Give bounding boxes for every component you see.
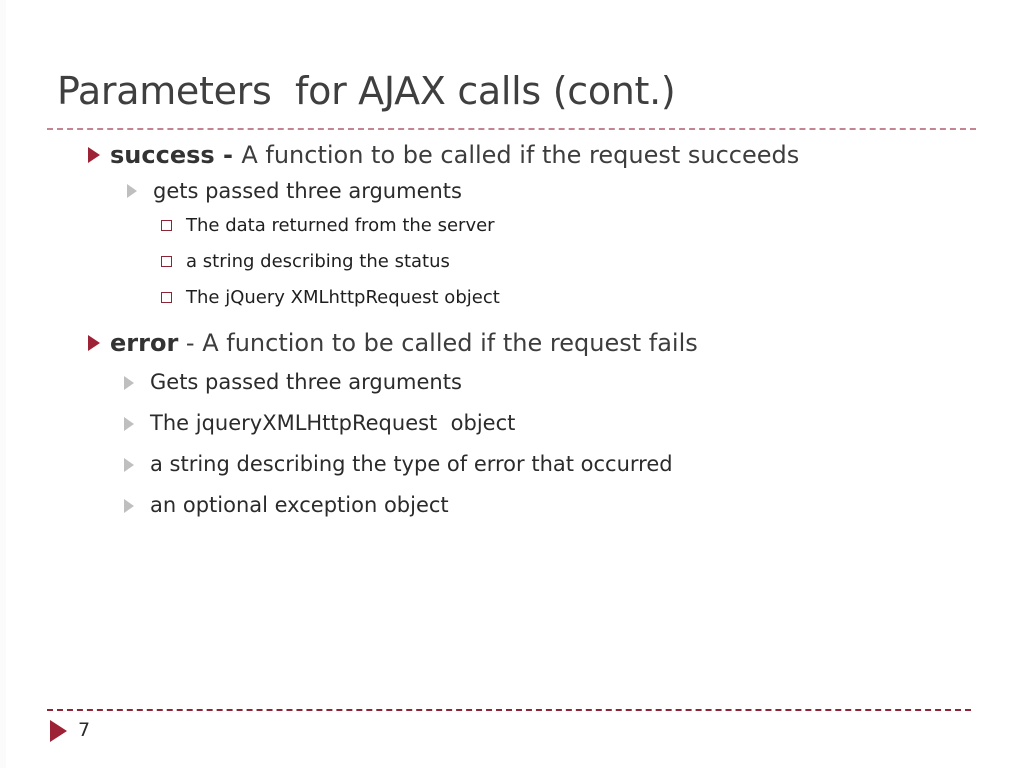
bullet-text: a string describing the type of error th… — [150, 452, 673, 476]
bullet-body-text: - A function to be called if the request… — [178, 329, 698, 357]
red-triangle-bullet-icon — [88, 324, 110, 362]
bullet-text: The data returned from the server — [186, 215, 495, 236]
hollow-square-bullet-icon — [161, 208, 186, 244]
bullet-lead-term: error — [110, 329, 179, 357]
footer-divider — [47, 709, 971, 711]
bullet-level2-gets-passed: gets passed three arguments — [0, 174, 1024, 208]
bullet-text: an optional exception object — [150, 493, 449, 517]
bullet-level1-success: success - A function to be called if the… — [0, 136, 1024, 174]
bullet-body-text: A function to be called if the request s… — [241, 141, 800, 169]
bullet-level3-data-returned: The data returned from the server — [0, 208, 1024, 244]
page-title: Parameters for AJAX calls (cont.) — [57, 69, 676, 113]
bullet-text: The jQuery XMLhttpRequest object — [186, 287, 500, 308]
bullet-level2-error-type-string: a string describing the type of error th… — [0, 444, 1024, 485]
bullet-lead-term: success - — [110, 141, 242, 169]
gray-triangle-bullet-icon — [124, 366, 150, 400]
bullet-level2-optional-exception: an optional exception object — [0, 485, 1024, 526]
red-triangle-bullet-icon — [88, 136, 110, 174]
footer-triangle-icon — [50, 720, 67, 742]
gray-triangle-bullet-icon — [124, 448, 150, 482]
title-divider — [47, 128, 976, 130]
gray-triangle-bullet-icon — [124, 489, 150, 523]
bullet-level3-jquery-xhr: The jQuery XMLhttpRequest object — [0, 280, 1024, 316]
bullet-text: The jqueryXMLHttpRequest object — [150, 411, 516, 435]
bullet-text: success - A function to be called if the… — [110, 136, 799, 174]
gray-triangle-bullet-icon — [124, 407, 150, 441]
bullet-text: Gets passed three arguments — [150, 370, 462, 394]
bullet-text: error - A function to be called if the r… — [110, 324, 698, 362]
slide-number: 7 — [78, 719, 91, 741]
bullet-level3-status-string: a string describing the status — [0, 244, 1024, 280]
bullet-text: gets passed three arguments — [153, 179, 462, 203]
slide: Parameters for AJAX calls (cont.) succes… — [0, 0, 1024, 768]
gray-triangle-bullet-icon — [127, 174, 153, 208]
bullet-level1-error: error - A function to be called if the r… — [0, 324, 1024, 362]
bullet-level2-gets-passed-error: Gets passed three arguments — [0, 362, 1024, 403]
hollow-square-bullet-icon — [161, 280, 186, 316]
slide-body: success - A function to be called if the… — [0, 136, 1024, 526]
bullet-level2-jquery-xhr-object: The jqueryXMLHttpRequest object — [0, 403, 1024, 444]
bullet-text: a string describing the status — [186, 251, 450, 272]
hollow-square-bullet-icon — [161, 244, 186, 280]
